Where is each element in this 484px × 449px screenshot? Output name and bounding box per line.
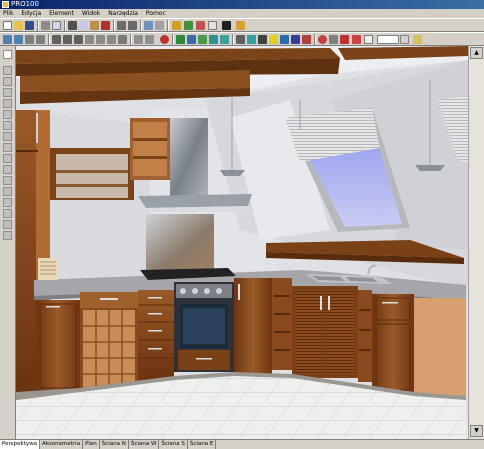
window-title: PRO100 bbox=[11, 0, 39, 8]
door-tool-icon[interactable] bbox=[3, 77, 12, 86]
drawer-tool-icon[interactable] bbox=[3, 121, 12, 130]
menu-edit[interactable]: Edycja bbox=[18, 9, 44, 18]
kitchen-render bbox=[16, 46, 468, 439]
cursor-icon[interactable] bbox=[329, 35, 338, 44]
menu-view[interactable]: Widok bbox=[79, 9, 103, 18]
tab-wall-s[interactable]: Ściana S bbox=[159, 440, 188, 449]
hidden-lines-icon[interactable] bbox=[258, 35, 267, 44]
pan-icon[interactable] bbox=[85, 35, 94, 44]
zoom-all-icon[interactable] bbox=[74, 35, 83, 44]
grid-icon[interactable] bbox=[291, 35, 300, 44]
pointer-icon[interactable] bbox=[3, 50, 12, 59]
title-bar: PRO100 bbox=[0, 0, 484, 9]
tab-plan[interactable]: Plan bbox=[83, 440, 100, 449]
shelf-tool-icon[interactable] bbox=[3, 110, 12, 119]
scroll-up-button[interactable]: ▲ bbox=[470, 47, 483, 59]
save-icon[interactable] bbox=[25, 21, 34, 30]
tab-perspective[interactable]: Perspektywa bbox=[0, 440, 40, 449]
front-tool-icon[interactable] bbox=[3, 132, 12, 141]
zoom-out-icon[interactable] bbox=[63, 35, 72, 44]
info-icon[interactable] bbox=[236, 21, 245, 30]
dimensions-icon[interactable] bbox=[280, 35, 289, 44]
measure-icon[interactable] bbox=[134, 35, 143, 44]
red-marker-icon[interactable] bbox=[352, 35, 361, 44]
menu-file[interactable]: Plik bbox=[0, 9, 16, 18]
shade-icon[interactable] bbox=[187, 35, 196, 44]
stop-icon[interactable] bbox=[340, 35, 349, 44]
texture-icon[interactable] bbox=[198, 35, 207, 44]
plinth-tool-icon[interactable] bbox=[3, 165, 12, 174]
shadow-icon[interactable] bbox=[220, 35, 229, 44]
tab-wall-e[interactable]: Ściana E bbox=[188, 440, 217, 449]
materials-icon[interactable] bbox=[184, 21, 193, 30]
tab-wall-n[interactable]: Ściana N bbox=[100, 440, 129, 449]
distribute-icon[interactable] bbox=[36, 35, 45, 44]
preview-icon[interactable] bbox=[52, 21, 61, 30]
cut-icon[interactable] bbox=[68, 21, 77, 30]
zoom-in-icon[interactable] bbox=[52, 35, 61, 44]
tab-axonometry[interactable]: Aksonometria bbox=[40, 440, 84, 449]
render-icon[interactable] bbox=[176, 35, 185, 44]
cylinder-tool-icon[interactable] bbox=[3, 187, 12, 196]
colors-icon[interactable] bbox=[196, 21, 205, 30]
library-icon[interactable] bbox=[172, 21, 181, 30]
properties-icon[interactable] bbox=[208, 21, 217, 30]
menu-help[interactable]: Pomoc bbox=[143, 9, 169, 18]
text-tool-icon[interactable] bbox=[3, 220, 12, 229]
board-tool-icon[interactable] bbox=[3, 176, 12, 185]
sum-icon[interactable] bbox=[222, 21, 231, 30]
select-icon[interactable] bbox=[144, 21, 153, 30]
rotate-icon[interactable] bbox=[14, 35, 23, 44]
refresh-icon[interactable] bbox=[318, 35, 327, 44]
zoom-field[interactable] bbox=[377, 35, 399, 44]
worktop-tool-icon[interactable] bbox=[3, 154, 12, 163]
table-icon[interactable] bbox=[302, 35, 311, 44]
new-file-icon[interactable] bbox=[3, 21, 12, 30]
move-icon[interactable] bbox=[3, 35, 12, 44]
group-icon[interactable] bbox=[155, 21, 164, 30]
menu-tools[interactable]: Narzędzia bbox=[105, 9, 141, 18]
light-icon[interactable] bbox=[209, 35, 218, 44]
wireframe-icon[interactable] bbox=[247, 35, 256, 44]
tab-wall-w[interactable]: Ściana W bbox=[129, 440, 160, 449]
orbit-icon[interactable] bbox=[96, 35, 105, 44]
dimension-tool-icon[interactable] bbox=[3, 231, 12, 240]
camera-icon[interactable] bbox=[118, 35, 127, 44]
menu-element[interactable]: Element bbox=[46, 9, 77, 18]
view-tabs: Perspektywa Aksonometria Plan Ściana N Ścian… bbox=[0, 439, 484, 449]
align-icon[interactable] bbox=[25, 35, 34, 44]
scroll-down-button[interactable]: ▼ bbox=[470, 425, 483, 437]
open-folder-icon[interactable] bbox=[14, 21, 23, 30]
menu-bar: Plik Edycja Element Widok Narzędzia Pomo… bbox=[0, 9, 484, 18]
snap-icon[interactable] bbox=[145, 35, 154, 44]
zoom-dropdown-icon[interactable] bbox=[400, 35, 409, 44]
handle-tool-icon[interactable] bbox=[3, 143, 12, 152]
redo-icon[interactable] bbox=[128, 21, 137, 30]
view-toolbar bbox=[0, 32, 484, 46]
3d-viewport[interactable] bbox=[16, 46, 468, 439]
light-tool-icon[interactable] bbox=[3, 209, 12, 218]
print-icon[interactable] bbox=[41, 21, 50, 30]
paste-icon[interactable] bbox=[90, 21, 99, 30]
wall-tool-icon[interactable] bbox=[3, 66, 12, 75]
delete-icon[interactable] bbox=[101, 21, 110, 30]
copy-icon[interactable] bbox=[79, 21, 88, 30]
paper-icon[interactable] bbox=[364, 35, 373, 44]
window-tool-icon[interactable] bbox=[3, 88, 12, 97]
main-toolbar bbox=[0, 18, 484, 32]
cabinet-tool-icon[interactable] bbox=[3, 99, 12, 108]
sphere-tool-icon[interactable] bbox=[3, 198, 12, 207]
undo-icon[interactable] bbox=[117, 21, 126, 30]
record-icon[interactable] bbox=[160, 35, 169, 44]
walk-icon[interactable] bbox=[107, 35, 116, 44]
app-icon bbox=[2, 1, 9, 8]
lamp-icon[interactable] bbox=[269, 35, 278, 44]
palette-icon[interactable] bbox=[413, 35, 422, 44]
box-icon[interactable] bbox=[236, 35, 245, 44]
left-toolbar bbox=[0, 46, 16, 439]
vertical-scrollbar[interactable]: ▲ ▼ bbox=[468, 46, 484, 439]
